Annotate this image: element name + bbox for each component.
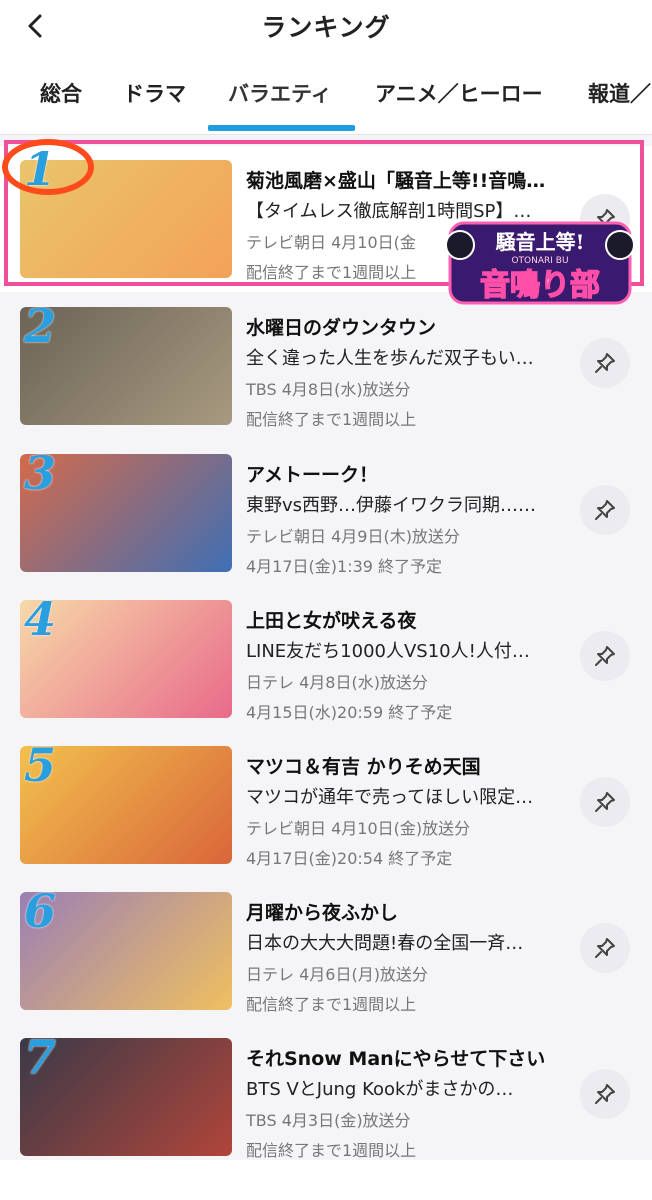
rank-number: 6 (24, 884, 57, 938)
rank-number: 5 (24, 738, 57, 792)
logo-main-text: 音鳴り部 (480, 268, 600, 303)
broadcast-info: 日テレ 4月6日(月)放送分 (246, 965, 428, 984)
tab-drama[interactable]: ドラマ (123, 78, 186, 108)
pin-icon (595, 353, 615, 373)
broadcast-info: TBS 4月8日(水)放送分 (246, 380, 411, 399)
tab-news[interactable]: 報道／ (588, 78, 651, 108)
pin-button[interactable] (580, 1069, 630, 1119)
otonari-bu-logo: 騒音上等! OTONARI BU 音鳴り部 (445, 221, 635, 305)
item-info[interactable]: 水曜日のダウンタウン全く違った人生を歩んだ双子もい… TBS 4月8日(水)放送分… (246, 313, 566, 430)
item-subtitle: 全く違った人生を歩んだ双子もい… (246, 348, 534, 369)
logo-sub-text: OTONARI BU (511, 256, 568, 266)
item-subtitle: LINE友だち1000人VS10人!人付… (246, 641, 530, 662)
item-info[interactable]: マツコ＆有吉 かりそめ天国マツコが通年で売ってほしい限定… テレビ朝日 4月10日… (246, 752, 566, 869)
pin-button[interactable] (580, 631, 630, 681)
availability-info: 4月17日(金)1:39 終了予定 (246, 557, 443, 576)
pin-button[interactable] (580, 923, 630, 973)
pin-icon (595, 938, 615, 958)
item-subtitle: 東野vs西野…伊藤イワクラ同期…… (246, 495, 537, 516)
item-title: 菊池風磨×盛山「騒音上等!!音鳴… (246, 170, 546, 192)
page-title: ランキング (261, 13, 391, 42)
item-title: それSnow Manにやらせて下さい (246, 1048, 546, 1070)
tab-anime-hero[interactable]: アニメ／ヒーロー (375, 78, 543, 108)
rank-number: 4 (24, 592, 57, 646)
category-tabs: 総合 ドラマ バラエティ アニメ／ヒーロー 報道／ (0, 56, 652, 135)
ranking-item-5[interactable]: 5 マツコ＆有吉 かりそめ天国マツコが通年で売ってほしい限定… テレビ朝日 4月10… (0, 738, 652, 890)
pin-icon (595, 792, 615, 812)
rank-number: 3 (24, 446, 57, 500)
tab-variety[interactable]: バラエティ (228, 78, 332, 108)
header: ランキング (0, 0, 652, 56)
item-info[interactable]: アメトーーク！ 東野vs西野…伊藤イワクラ同期…… テレビ朝日 4月9日(木)放送分… (246, 460, 566, 577)
broadcast-info: テレビ朝日 4月9日(木)放送分 (246, 527, 460, 546)
item-title: 上田と女が吠える夜 (246, 610, 417, 632)
item-title: 月曜から夜ふかし (246, 902, 399, 924)
pin-button[interactable] (580, 777, 630, 827)
rank-circle-annotation (2, 139, 94, 195)
pin-button[interactable] (580, 485, 630, 535)
ranking-item-3[interactable]: 3 アメトーーク！ 東野vs西野…伊藤イワクラ同期…… テレビ朝日 4月9日(木)放送… (0, 446, 652, 598)
availability-info: 4月17日(金)20:54 終了予定 (246, 849, 453, 868)
active-tab-indicator (208, 125, 355, 131)
availability-info: 4月15日(水)20:59 終了予定 (246, 703, 453, 722)
rank-number: 2 (24, 299, 57, 353)
item-title: マツコ＆有吉 かりそめ天国 (246, 756, 481, 778)
availability-info: 配信終了まで1週間以上 (246, 995, 417, 1014)
bottom-area (0, 1160, 652, 1200)
pin-icon (595, 1084, 615, 1104)
pin-icon (595, 500, 615, 520)
tab-overall[interactable]: 総合 (40, 78, 82, 108)
broadcast-info: 日テレ 4月8日(水)放送分 (246, 673, 428, 692)
ranking-item-4[interactable]: 4 上田と女が吠える夜 LINE友だち1000人VS10人!人付… 日テレ 4月8日(… (0, 592, 652, 744)
ranking-item-2[interactable]: 2 水曜日のダウンタウン全く違った人生を歩んだ双子もい… TBS 4月8日(水)放送… (0, 299, 652, 451)
pin-button[interactable] (580, 338, 630, 388)
item-info[interactable]: 月曜から夜ふかし日本の大大大問題!春の全国一斉… 日テレ 4月6日(月)放送分 配信… (246, 898, 566, 1015)
availability-info: 配信終了まで1週間以上 (246, 410, 417, 429)
item-title: 水曜日のダウンタウン (246, 317, 437, 339)
ranking-item-6[interactable]: 6 月曜から夜ふかし日本の大大大問題!春の全国一斉… 日テレ 4月6日(月)放送分配… (0, 884, 652, 1036)
item-info[interactable]: それSnow Manにやらせて下さい BTS VとJung Kookがまさかの… T… (246, 1044, 566, 1161)
item-info[interactable]: 上田と女が吠える夜 LINE友だち1000人VS10人!人付… 日テレ 4月8日(水… (246, 606, 566, 723)
pin-icon (595, 646, 615, 666)
broadcast-info: TBS 4月3日(金)放送分 (246, 1111, 411, 1130)
logo-top-text: 騒音上等! (495, 230, 585, 254)
availability-info: 配信終了まで1週間以上 (246, 1141, 417, 1160)
item-title: アメトーーク！ (246, 464, 379, 486)
item-subtitle: BTS VとJung Kookがまさかの… (246, 1079, 514, 1100)
broadcast-info: テレビ朝日 4月10日(金)放送分 (246, 819, 471, 838)
item-subtitle: 日本の大大大問題!春の全国一斉… (246, 933, 524, 954)
item-subtitle: マツコが通年で売ってほしい限定… (246, 787, 534, 808)
rank-number: 7 (24, 1030, 57, 1084)
